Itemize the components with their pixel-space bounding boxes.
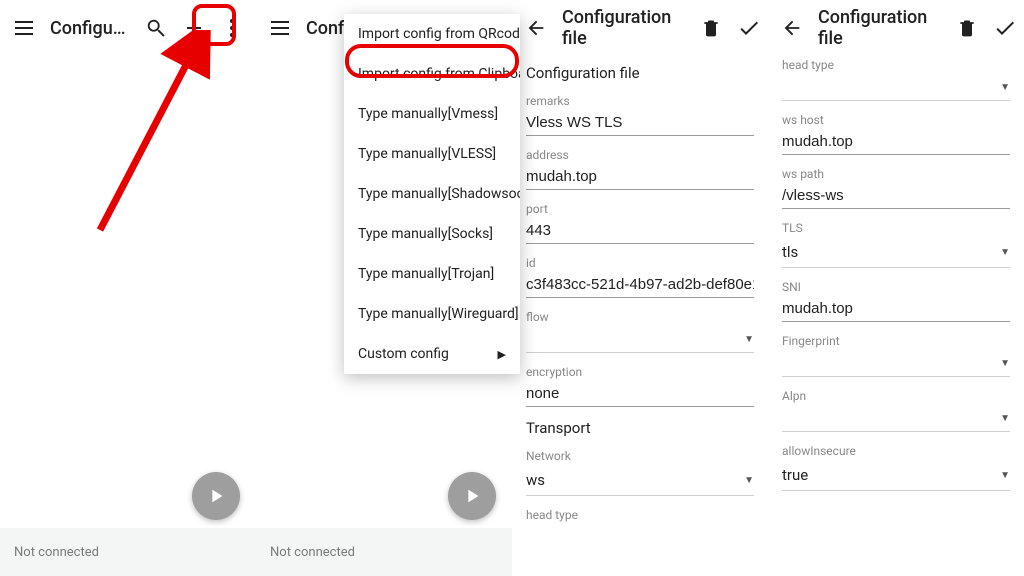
- label-id: id: [526, 256, 754, 270]
- chevron-right-icon: ▶: [498, 348, 506, 361]
- menu-type-socks[interactable]: Type manually[Socks]: [344, 214, 520, 254]
- headtype-dropdown[interactable]: ▼: [782, 72, 1010, 101]
- more-icon[interactable]: [220, 16, 244, 40]
- label-headtype: head type: [782, 58, 1010, 72]
- label-sni: SNI: [782, 280, 1010, 294]
- wshost-input[interactable]: [782, 127, 1010, 155]
- label-alpn: Alpn: [782, 389, 1010, 403]
- run-fab[interactable]: [448, 472, 496, 520]
- label-port: port: [526, 202, 754, 216]
- tls-dropdown[interactable]: tls ▼: [782, 235, 1010, 268]
- add-icon[interactable]: [182, 16, 206, 40]
- menu-import-qrcode[interactable]: Import config from QRcode: [344, 14, 520, 54]
- status-bar: Not connected: [256, 528, 512, 576]
- port-input[interactable]: [526, 216, 754, 244]
- encryption-input[interactable]: [526, 379, 754, 407]
- add-menu: Import config from QRcode Import config …: [344, 14, 520, 374]
- chevron-down-icon: ▼: [1000, 247, 1010, 258]
- hamburger-icon[interactable]: [268, 16, 292, 40]
- search-icon[interactable]: [144, 16, 168, 40]
- transport-heading: Transport: [526, 419, 754, 437]
- status-bar: Not connected: [0, 528, 256, 576]
- hamburger-icon[interactable]: [12, 16, 36, 40]
- label-allowinsecure: allowInsecure: [782, 444, 1010, 458]
- chevron-down-icon: ▼: [744, 334, 754, 345]
- label-encryption: encryption: [526, 365, 754, 379]
- label-wspath: ws path: [782, 167, 1010, 181]
- label-wshost: ws host: [782, 113, 1010, 127]
- label-fingerprint: Fingerprint: [782, 334, 1010, 348]
- id-input[interactable]: [526, 270, 754, 298]
- check-icon[interactable]: [993, 16, 1017, 40]
- label-headtype: head type: [526, 508, 754, 522]
- label-flow: flow: [526, 310, 754, 324]
- flow-dropdown[interactable]: ▼: [526, 324, 754, 353]
- chevron-down-icon: ▼: [1000, 358, 1010, 369]
- check-icon[interactable]: [737, 16, 761, 40]
- delete-icon[interactable]: [955, 16, 979, 40]
- network-dropdown[interactable]: ws ▼: [526, 463, 754, 496]
- menu-type-shadowsocks[interactable]: Type manually[Shadowsocks]: [344, 174, 520, 214]
- menu-type-trojan[interactable]: Type manually[Trojan]: [344, 254, 520, 294]
- label-remarks: remarks: [526, 94, 754, 108]
- connection-status: Not connected: [14, 545, 99, 560]
- chevron-down-icon: ▼: [1000, 470, 1010, 481]
- menu-custom-config[interactable]: Custom config▶: [344, 334, 520, 374]
- label-tls: TLS: [782, 221, 1010, 235]
- section-heading: Configuration file: [526, 64, 754, 82]
- app-title: Configuration…: [50, 18, 130, 39]
- chevron-down-icon: ▼: [744, 475, 754, 486]
- label-address: address: [526, 148, 754, 162]
- wspath-input[interactable]: [782, 181, 1010, 209]
- remarks-input[interactable]: [526, 108, 754, 136]
- page-title: Configuration file: [562, 7, 671, 49]
- back-icon[interactable]: [524, 16, 548, 40]
- menu-type-wireguard[interactable]: Type manually[Wireguard]: [344, 294, 520, 334]
- allowinsecure-dropdown[interactable]: true ▼: [782, 458, 1010, 491]
- alpn-dropdown[interactable]: ▼: [782, 403, 1010, 432]
- address-input[interactable]: [526, 162, 754, 190]
- menu-type-vmess[interactable]: Type manually[Vmess]: [344, 94, 520, 134]
- chevron-down-icon: ▼: [1000, 82, 1010, 93]
- page-title: Configuration file: [818, 7, 927, 49]
- chevron-down-icon: ▼: [1000, 413, 1010, 424]
- fingerprint-dropdown[interactable]: ▼: [782, 348, 1010, 377]
- run-fab[interactable]: [192, 472, 240, 520]
- label-network: Network: [526, 449, 754, 463]
- back-icon[interactable]: [780, 16, 804, 40]
- delete-icon[interactable]: [699, 16, 723, 40]
- sni-input[interactable]: [782, 294, 1010, 322]
- menu-type-vless[interactable]: Type manually[VLESS]: [344, 134, 520, 174]
- menu-import-clipboard[interactable]: Import config from Clipboard: [344, 54, 520, 94]
- connection-status: Not connected: [270, 545, 355, 560]
